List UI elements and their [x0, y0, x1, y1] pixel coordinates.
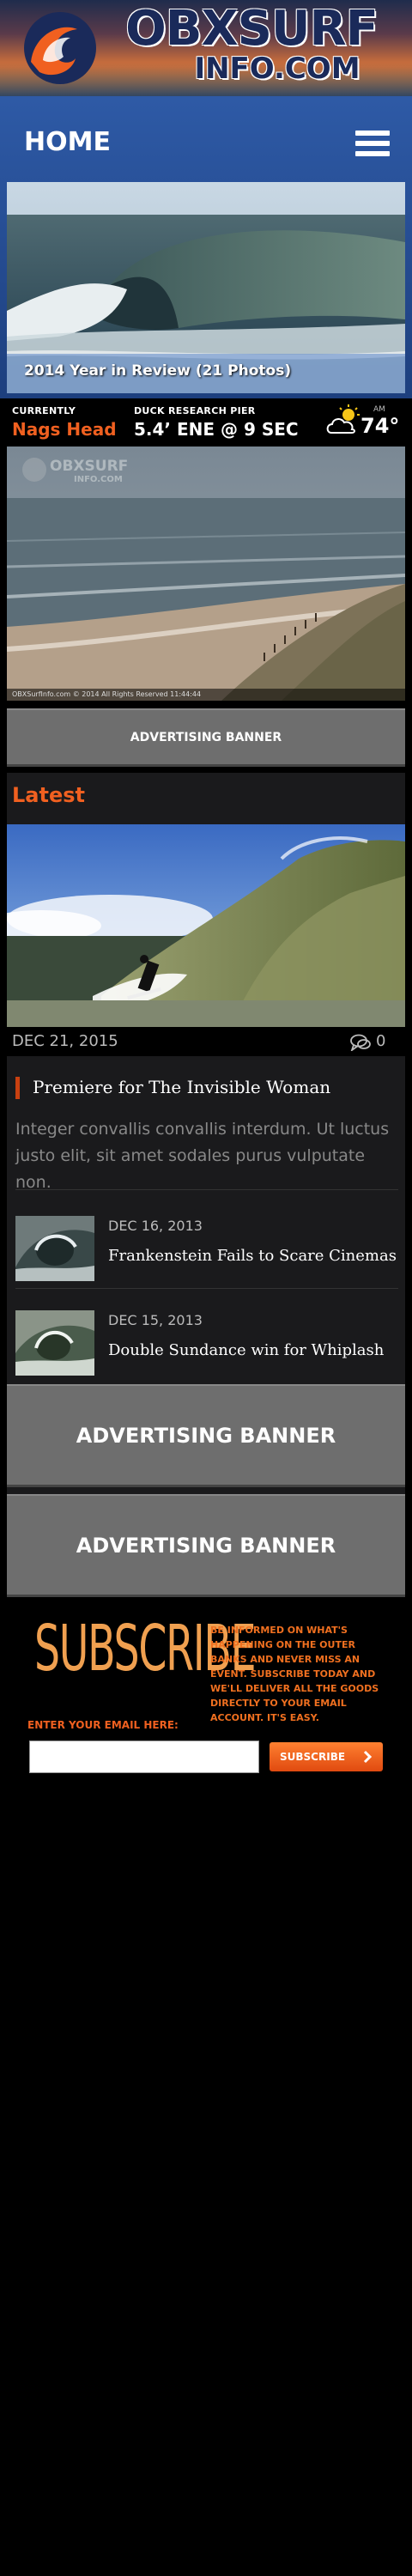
currently-label: CURRENTLY — [12, 405, 76, 416]
wave-logo-icon[interactable] — [22, 10, 98, 86]
surf-cam-image[interactable]: OBXSURF INFO.COM OBXSurfInfo.com © 2014 … — [7, 447, 405, 701]
comment-icon[interactable] — [350, 1034, 371, 1051]
home-hero: HOME 2014 Year in Review (21 Photos) — [0, 96, 412, 398]
advertising-banner-2[interactable]: ADVERTISING BANNER — [7, 1384, 405, 1487]
subscribe-button[interactable]: SUBSCRIBE — [270, 1742, 383, 1771]
email-input[interactable] — [29, 1741, 259, 1773]
featured-post-title[interactable]: Premiere for The Invisible Woman — [33, 1077, 330, 1097]
current-location[interactable]: Nags Head — [12, 419, 117, 440]
surf-reading: 5.4’ ENE @ 9 SEC — [134, 419, 299, 440]
subscribe-button-label: SUBSCRIBE — [280, 1751, 346, 1763]
site-header: OBXSURF INFO.COM — [0, 0, 412, 96]
conditions-bar: CURRENTLY Nags Head DUCK RESEARCH PIER 5… — [0, 398, 412, 441]
comment-count[interactable]: 0 — [376, 1032, 385, 1050]
latest-heading: Latest — [12, 783, 85, 807]
post-date: DEC 15, 2013 — [108, 1312, 203, 1328]
site-logo[interactable]: OBXSURF INFO.COM — [101, 1, 402, 86]
divider — [15, 1189, 398, 1190]
chevron-right-icon — [363, 1750, 373, 1764]
logo-line-2: INFO.COM — [194, 52, 360, 86]
email-label: ENTER YOUR EMAIL HERE: — [27, 1719, 179, 1731]
logo-line-1: OBXSURF — [125, 1, 379, 57]
post-thumbnail[interactable] — [15, 1216, 94, 1281]
featured-post-excerpt: Integer convallis convallis interdum. Ut… — [15, 1120, 390, 1192]
post-thumbnail[interactable] — [15, 1310, 94, 1376]
svg-text:OBXSURF: OBXSURF — [50, 458, 128, 475]
featured-meta-bar: DEC 21, 2015 0 — [7, 1027, 405, 1056]
subscribe-blurb: BE INFORMED ON WHAT'S HAPPENING ON THE O… — [210, 1625, 379, 1723]
cam-footer-text: OBXSurfInfo.com © 2014 All Rights Reserv… — [7, 689, 405, 701]
post-date: DEC 16, 2013 — [108, 1218, 203, 1234]
page-title: HOME — [24, 127, 111, 157]
hamburger-menu-icon[interactable] — [355, 131, 390, 156]
post-title[interactable]: Frankenstein Fails to Scare Cinemas — [108, 1247, 397, 1265]
advertising-banner-1[interactable]: ADVERTISING BANNER — [7, 708, 405, 767]
divider — [15, 1288, 398, 1289]
feature-accent-bar — [15, 1077, 20, 1099]
svg-text:INFO.COM: INFO.COM — [74, 475, 123, 484]
weather-period: AM — [373, 405, 385, 414]
cam-watermark-logo: OBXSURF INFO.COM — [22, 458, 128, 484]
temperature: 74° — [360, 414, 400, 438]
partly-cloudy-icon — [326, 404, 360, 434]
pier-label: DUCK RESEARCH PIER — [134, 405, 256, 416]
featured-date: DEC 21, 2015 — [12, 1032, 118, 1050]
advertising-banner-3[interactable]: ADVERTISING BANNER — [7, 1494, 405, 1597]
post-title[interactable]: Double Sundance win for Whiplash — [108, 1341, 384, 1359]
hero-caption[interactable]: 2014 Year in Review (21 Photos) — [24, 362, 291, 380]
featured-post-image[interactable] — [7, 824, 405, 1027]
